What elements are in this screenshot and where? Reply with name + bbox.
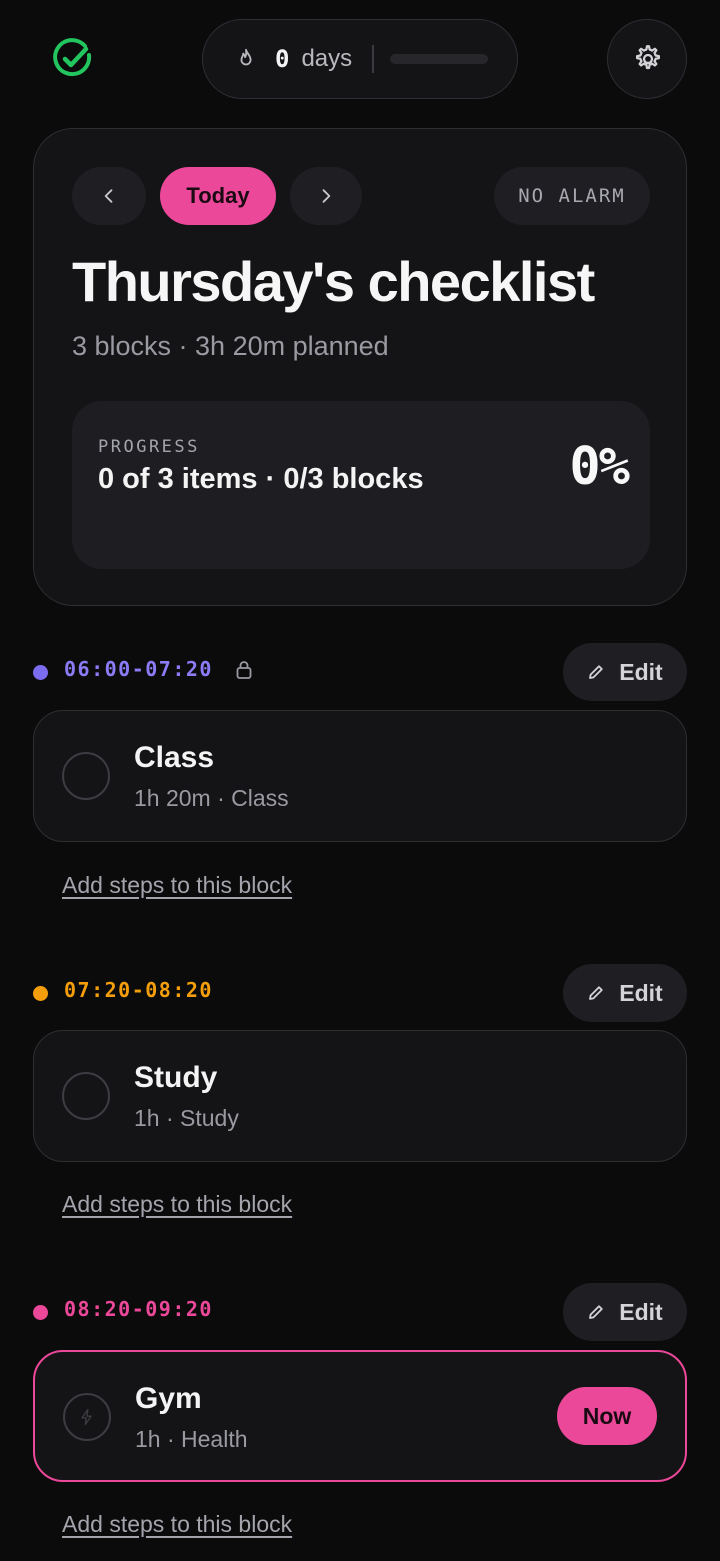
edit-label: Edit bbox=[619, 658, 663, 685]
streak-unit: days bbox=[301, 45, 353, 72]
gear-icon bbox=[636, 45, 660, 70]
chevron-left-icon bbox=[104, 189, 113, 203]
block-card-class[interactable]: Class 1h 20m · Class bbox=[33, 710, 687, 842]
pencil-icon bbox=[589, 1305, 603, 1319]
block-time: 08:20-09:20 bbox=[64, 1297, 213, 1321]
progress-panel: PROGRESS 0 of 3 items · 0/3 blocks 0% bbox=[72, 401, 650, 569]
block-time: 06:00-07:20 bbox=[64, 657, 213, 681]
progress-detail: 0 of 3 items · 0/3 blocks bbox=[98, 463, 424, 495]
block-header-study: 07:20-08:20 Edit bbox=[33, 964, 687, 1022]
block-header-gym: 08:20-09:20 Edit bbox=[33, 1283, 687, 1341]
now-badge-button[interactable]: Now bbox=[557, 1387, 657, 1445]
block-color-dot bbox=[33, 986, 48, 1001]
block-meta: 1h · Health bbox=[135, 1426, 248, 1452]
block-name: Class bbox=[134, 741, 215, 774]
next-day-button[interactable] bbox=[290, 167, 362, 225]
app-logo-check-icon bbox=[52, 38, 94, 80]
add-steps-link[interactable]: Add steps to this block bbox=[62, 872, 292, 899]
pencil-icon bbox=[589, 665, 603, 679]
day-subtitle: 3 blocks · 3h 20m planned bbox=[72, 331, 389, 361]
block-time: 07:20-08:20 bbox=[64, 978, 213, 1002]
edit-block-button[interactable]: Edit bbox=[563, 1283, 687, 1341]
block-meta: 1h 20m · Class bbox=[134, 785, 289, 811]
settings-button[interactable] bbox=[607, 19, 687, 99]
streak-count: 0 bbox=[275, 45, 290, 73]
streak-divider bbox=[372, 45, 374, 73]
add-steps-link[interactable]: Add steps to this block bbox=[62, 1511, 292, 1538]
today-button[interactable]: Today bbox=[160, 167, 276, 225]
alarm-toggle-button[interactable]: NO ALARM bbox=[494, 167, 650, 225]
block-meta: 1h · Study bbox=[134, 1105, 239, 1131]
page-title: Thursday's checklist bbox=[72, 250, 595, 313]
progress-label: PROGRESS bbox=[98, 437, 200, 457]
complete-checkbox[interactable] bbox=[62, 1072, 110, 1120]
previous-day-button[interactable] bbox=[72, 167, 146, 225]
block-card-gym[interactable]: Gym 1h · Health Now bbox=[33, 1350, 687, 1482]
block-name: Gym bbox=[135, 1382, 202, 1415]
edit-label: Edit bbox=[619, 1298, 663, 1325]
progress-percent: 0% bbox=[569, 437, 630, 497]
edit-label: Edit bbox=[619, 979, 663, 1006]
lock-icon bbox=[236, 661, 252, 679]
flame-icon bbox=[240, 48, 252, 66]
complete-checkbox[interactable] bbox=[63, 1393, 111, 1441]
chevron-right-icon bbox=[322, 189, 331, 203]
edit-block-button[interactable]: Edit bbox=[563, 643, 687, 701]
block-header-class: 06:00-07:20 Edit bbox=[33, 643, 687, 701]
pencil-icon bbox=[589, 986, 603, 1000]
block-color-dot bbox=[33, 1305, 48, 1320]
complete-checkbox[interactable] bbox=[62, 752, 110, 800]
bolt-icon bbox=[80, 1408, 92, 1425]
block-color-dot bbox=[33, 665, 48, 680]
block-card-study[interactable]: Study 1h · Study bbox=[33, 1030, 687, 1162]
add-steps-link[interactable]: Add steps to this block bbox=[62, 1191, 292, 1218]
day-summary-card: Today NO ALARM Thursday's checklist 3 bl… bbox=[33, 128, 687, 606]
block-name: Study bbox=[134, 1061, 218, 1094]
streak-pill[interactable]: 0 days bbox=[202, 19, 518, 99]
edit-block-button[interactable]: Edit bbox=[563, 964, 687, 1022]
streak-progress-bar bbox=[389, 54, 488, 64]
